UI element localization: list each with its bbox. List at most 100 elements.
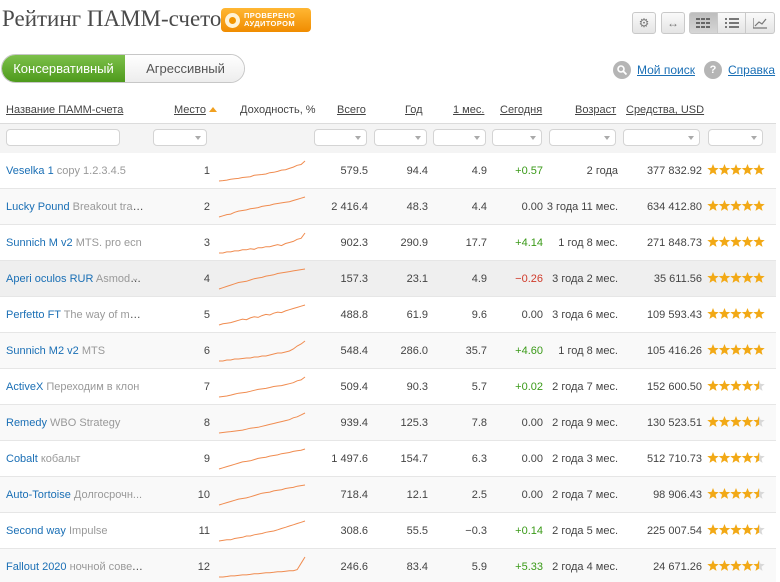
settings-button[interactable]: ⚙	[632, 12, 656, 34]
column-header-place[interactable]: Место	[174, 104, 217, 116]
star-icon	[753, 416, 765, 427]
account-name-link[interactable]: Veselka 1	[6, 165, 54, 177]
tab-conservative[interactable]: Консервативный	[2, 55, 125, 82]
account-name-link[interactable]: Aperi oculos RUR	[6, 273, 93, 285]
table-body: Veselka 1 copy 1.2.3.4.5 1 579.5 94.4 4.9 +0.…	[0, 153, 776, 582]
name-filter-input[interactable]	[6, 129, 120, 146]
funds-cell: 271 848.73	[646, 237, 702, 249]
today-return-cell: +4.14	[515, 237, 543, 249]
place-cell: 9	[203, 453, 210, 465]
account-name-link[interactable]: Lucky Pound	[6, 201, 70, 213]
account-name-link[interactable]: Second way	[6, 525, 66, 537]
account-name-link[interactable]: Sunnich M2 v2	[6, 345, 79, 357]
star-icon	[718, 524, 731, 535]
account-name-cell: Remedy WBO Strategy	[6, 417, 144, 429]
table-row[interactable]: Fallout 2020 ночной совет... 12 246.6 83.4 5…	[0, 549, 776, 582]
funds-filter-select[interactable]	[623, 129, 700, 146]
expand-width-button[interactable]: ↔	[661, 12, 685, 34]
table-row[interactable]: Cobalt кобальт 9 1 497.6 154.7 6.3 0.00 2 года…	[0, 441, 776, 477]
star-icon	[730, 416, 742, 427]
table-row[interactable]: ActiveX Переходим в клон 7 509.4 90.3 5.7 +0.…	[0, 369, 776, 405]
return-sparkline	[218, 304, 306, 326]
search-icon	[613, 61, 631, 79]
year-return-cell: 12.1	[406, 489, 428, 501]
strategy-tabs: Консервативный Агрессивный	[1, 54, 245, 83]
month-return-cell: 6.3	[471, 453, 487, 465]
table-row[interactable]: Sunnich M v2 MTS. pro ecn 3 902.3 290.9 17.7…	[0, 225, 776, 261]
age-cell: 1 год 8 мес.	[558, 237, 618, 249]
column-header-month[interactable]: 1 мес.	[453, 104, 484, 116]
table-row[interactable]: Second way Impulse 11 308.6 55.5 −0.3 +0.14 2 …	[0, 513, 776, 549]
account-name-link[interactable]: ActiveX	[6, 381, 43, 393]
column-header-year[interactable]: Год	[405, 104, 423, 116]
account-name-link[interactable]: Fallout 2020	[6, 561, 67, 573]
account-name-link[interactable]: Remedy	[6, 417, 47, 429]
star-icon	[741, 488, 754, 499]
filter-row	[0, 123, 776, 153]
account-name-link[interactable]: Cobalt	[6, 453, 38, 465]
funds-cell: 105 416.26	[646, 345, 702, 357]
table-row[interactable]: Perfetto FT The way of mo... 5 488.8 61.9 9.…	[0, 297, 776, 333]
account-name-cell: ActiveX Переходим в клон	[6, 381, 144, 393]
help-label[interactable]: Справка	[728, 63, 775, 77]
chart-view-button[interactable]	[746, 12, 775, 34]
column-header-today[interactable]: Сегодня	[500, 104, 542, 116]
column-header-age[interactable]: Возраст	[575, 104, 616, 116]
star-icon	[707, 344, 719, 355]
list-view-button[interactable]	[717, 12, 747, 34]
star-icon	[741, 344, 754, 355]
total-return-cell: 2 416.4	[331, 201, 368, 213]
total-return-cell: 718.4	[340, 489, 368, 501]
star-icon	[707, 164, 719, 175]
today-filter-select[interactable]	[492, 129, 542, 146]
my-search-label[interactable]: Мой поиск	[637, 63, 695, 77]
account-strategy: The way of mo...	[63, 309, 144, 321]
account-name-link[interactable]: Auto-Tortoise	[6, 489, 71, 501]
table-row[interactable]: Lucky Pound Breakout trad... 2 2 416.4 48.3…	[0, 189, 776, 225]
month-filter-select[interactable]	[433, 129, 486, 146]
account-strategy: Impulse	[69, 525, 108, 537]
account-name-link[interactable]: Perfetto FT	[6, 309, 61, 321]
column-header-funds[interactable]: Средства, USD	[626, 104, 704, 116]
month-return-cell: −0.3	[465, 525, 487, 537]
year-filter-select[interactable]	[374, 129, 427, 146]
table-row[interactable]: Auto-Tortoise Долгосрочн... 10 718.4 12.1 2.…	[0, 477, 776, 513]
column-header-total[interactable]: Всего	[337, 104, 366, 116]
total-filter-select[interactable]	[314, 129, 367, 146]
page-header: Рейтинг ПАММ-счетов ПРОВЕРЕНО АУДИТОРОМ …	[0, 0, 780, 44]
place-cell: 2	[203, 201, 210, 213]
total-return-cell: 1 497.6	[331, 453, 368, 465]
table-header: Название ПАММ-счета Место Доходность, % …	[0, 98, 776, 123]
sparkline-path	[218, 268, 306, 290]
sparkline-path	[218, 448, 306, 470]
column-header-return: Доходность, %	[240, 104, 316, 116]
tab-aggressive[interactable]: Агрессивный	[125, 55, 244, 82]
place-filter-select[interactable]	[153, 129, 207, 146]
table-row[interactable]: Sunnich M2 v2 MTS 6 548.4 286.0 35.7 +4.60 1 г…	[0, 333, 776, 369]
today-return-cell: +5.33	[515, 561, 543, 573]
total-return-cell: 308.6	[340, 525, 368, 537]
total-return-cell: 902.3	[340, 237, 368, 249]
account-name-cell: Auto-Tortoise Долгосрочн...	[6, 489, 144, 501]
my-search-link[interactable]: Мой поиск	[613, 60, 695, 80]
age-filter-select[interactable]	[549, 129, 616, 146]
place-cell: 7	[203, 381, 210, 393]
chevron-down-icon[interactable]: ⌄	[131, 273, 139, 284]
help-icon: ?	[704, 61, 722, 79]
table-row[interactable]: Veselka 1 copy 1.2.3.4.5 1 579.5 94.4 4.9 +0.…	[0, 153, 776, 189]
star-icon	[741, 200, 754, 211]
star-icon	[718, 560, 731, 571]
place-cell: 4	[203, 273, 210, 285]
rating-stars	[707, 416, 765, 427]
column-header-name[interactable]: Название ПАММ-счета	[6, 104, 123, 116]
audited-badge[interactable]: ПРОВЕРЕНО АУДИТОРОМ	[221, 8, 311, 32]
table-row[interactable]: Remedy WBO Strategy 8 939.4 125.3 7.8 0.00 2 г…	[0, 405, 776, 441]
account-name-link[interactable]: Sunnich M v2	[6, 237, 73, 249]
return-sparkline	[219, 340, 306, 362]
grid-view-button[interactable]	[689, 12, 718, 34]
table-row[interactable]: Aperi oculos RUR Asmode... ⌄ 4 157.3 23.1 4.9…	[0, 261, 776, 297]
star-icon	[707, 380, 719, 391]
horizontal-arrows-icon: ↔	[667, 16, 679, 30]
help-link[interactable]: ? Справка	[704, 60, 775, 80]
rating-filter-select[interactable]	[708, 129, 763, 146]
